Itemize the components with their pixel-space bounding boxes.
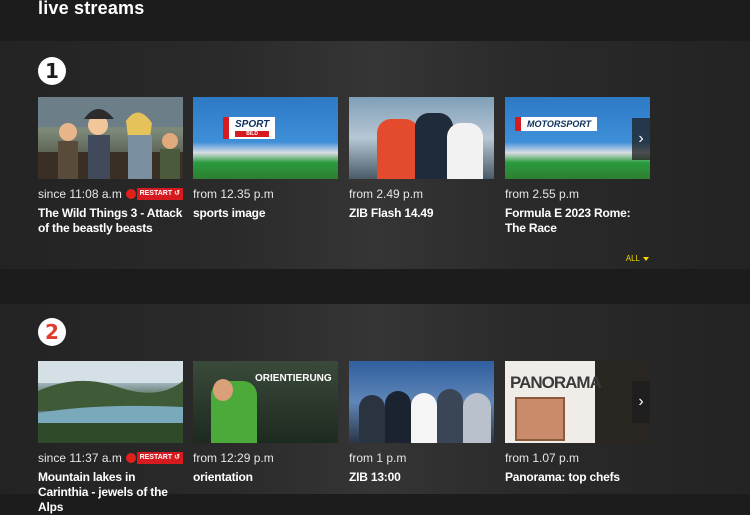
stream-title[interactable]: The Wild Things 3 - Attack of the beastl…: [38, 206, 183, 236]
channel-row-orf1: 1 since 11:08 a.m RESTART ↺ The Wild Thi…: [0, 41, 750, 269]
chevron-right-icon: ›: [638, 393, 644, 410]
motorsport-logo: MOTORSPORT: [515, 117, 598, 131]
lake-landscape-image: [38, 361, 183, 443]
presenter-image: [463, 393, 491, 443]
presenter-image: [359, 395, 385, 443]
chevron-right-icon: ›: [638, 130, 644, 147]
stream-thumbnail[interactable]: [38, 361, 183, 443]
stream-card[interactable]: ORIENTIERUNG from 12:29 p.m orientation: [193, 361, 338, 485]
stream-title[interactable]: ZIB Flash 14.49: [349, 206, 494, 221]
scroll-next-button[interactable]: ›: [632, 381, 650, 423]
stream-card[interactable]: SPORT BILD from 12.35 p.m sports image: [193, 97, 338, 221]
restart-icon: ↺: [174, 454, 180, 461]
stream-time: from 1.07 p.m: [505, 451, 580, 465]
stream-title[interactable]: Formula E 2023 Rome: The Race: [505, 206, 650, 236]
channel-row-orf2: 2 since 11:37 a.m RESTART ↺ Mountain lak…: [0, 304, 750, 514]
thumb-title-text: MOTORSPORT: [527, 119, 592, 129]
thumb-sub-text: BILD: [235, 131, 270, 137]
stream-time: since 11:08 a.m: [38, 187, 122, 201]
restart-button[interactable]: RESTART ↺: [136, 188, 183, 200]
stream-title[interactable]: Mountain lakes in Carinthia - jewels of …: [38, 470, 183, 515]
stream-thumbnail[interactable]: [38, 97, 183, 179]
stream-card[interactable]: MOTORSPORT from 2.55 p.m Formula E 2023 …: [505, 97, 650, 236]
presenter-image: [411, 393, 437, 443]
stream-thumbnail[interactable]: [349, 97, 494, 179]
restart-icon: ↺: [174, 190, 180, 197]
page-title: live streams: [38, 0, 145, 18]
scroll-next-button[interactable]: ›: [632, 118, 650, 160]
thumb-title-text: SPORT: [235, 119, 270, 130]
channel-logo-orf2[interactable]: 2: [38, 318, 66, 346]
stream-time: from 2.49 p.m: [349, 187, 424, 201]
stream-thumbnail[interactable]: SPORT BILD: [193, 97, 338, 179]
channel-logo-orf1[interactable]: 1: [38, 57, 66, 85]
stream-title[interactable]: Panorama: top chefs: [505, 470, 650, 485]
presenter-image: [385, 391, 411, 443]
stream-time: since 11:37 a.m: [38, 451, 122, 465]
live-indicator-icon: [125, 453, 136, 463]
stream-thumbnail[interactable]: PANORAMA: [505, 361, 650, 443]
stream-card[interactable]: since 11:37 a.m RESTART ↺ Mountain lakes…: [38, 361, 183, 515]
sport-bild-logo: SPORT BILD: [223, 117, 276, 139]
show-all-label: ALL: [625, 254, 640, 263]
stream-time: from 12:29 p.m: [193, 451, 274, 465]
live-indicator-icon: [125, 189, 136, 199]
stream-time: from 1 p.m: [349, 451, 407, 465]
stream-time: from 12.35 p.m: [193, 187, 274, 201]
stream-title[interactable]: ZIB 13:00: [349, 470, 494, 485]
stream-time: from 2.55 p.m: [505, 187, 580, 201]
presenter-image: [377, 119, 419, 179]
stream-title[interactable]: orientation: [193, 470, 338, 485]
stream-card[interactable]: PANORAMA from 1.07 p.m Panorama: top che…: [505, 361, 650, 485]
thumb-title-text: PANORAMA: [510, 373, 602, 392]
presenter-image: [437, 389, 463, 443]
thumb-title-text: ORIENTIERUNG: [255, 373, 332, 384]
restart-button[interactable]: RESTART ↺: [136, 452, 183, 464]
restart-label: RESTART: [139, 454, 173, 461]
chevron-down-icon: [643, 256, 649, 261]
stream-card[interactable]: from 2.49 p.m ZIB Flash 14.49: [349, 97, 494, 221]
stream-title[interactable]: sports image: [193, 206, 338, 221]
stream-thumbnail[interactable]: [349, 361, 494, 443]
stream-card[interactable]: from 1 p.m ZIB 13:00: [349, 361, 494, 485]
stream-card[interactable]: since 11:08 a.m RESTART ↺ The Wild Thing…: [38, 97, 183, 236]
stream-thumbnail[interactable]: MOTORSPORT: [505, 97, 650, 179]
presenter-image: [447, 123, 483, 179]
show-all-link[interactable]: ALL: [626, 254, 649, 263]
cartoon-image: [38, 97, 183, 179]
restart-label: RESTART: [139, 190, 173, 197]
stream-thumbnail[interactable]: ORIENTIERUNG: [193, 361, 338, 443]
archive-photo-image: [515, 397, 565, 441]
presenter-face: [213, 379, 233, 401]
